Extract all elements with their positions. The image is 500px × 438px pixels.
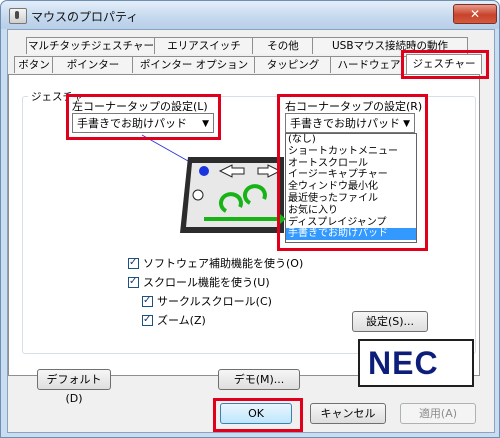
touchpad-illustration — [180, 157, 286, 233]
apply-button[interactable]: 適用(A) — [400, 403, 476, 424]
tab-other[interactable]: その他 — [252, 37, 314, 54]
tab-pointer[interactable]: ポインター — [52, 56, 134, 73]
software-assist-checkbox[interactable]: ソフトウェア補助機能を使う(O) — [128, 256, 304, 271]
default-button[interactable]: デフォルト(D) — [37, 369, 111, 405]
tab-pointer-options[interactable]: ポインター オプション — [132, 56, 256, 73]
list-item[interactable]: 全ウィンドウ最小化 — [286, 181, 416, 193]
zoom-checkbox[interactable]: ズーム(Z) — [142, 313, 206, 328]
tab-area-switch[interactable]: エリアスイッチ — [154, 37, 254, 54]
right-corner-select[interactable]: 手書きでお助けパッド ▼ — [285, 113, 415, 133]
chevron-down-icon: ▼ — [202, 119, 209, 129]
scroll-label: スクロール機能を使う(U) — [143, 276, 270, 289]
tab-multitouch[interactable]: マルチタッチジェスチャー — [26, 37, 156, 54]
tab-tapping[interactable]: タッピング — [254, 56, 332, 73]
tab-hardware[interactable]: ハードウェア — [330, 56, 408, 73]
tab-row-1: マルチタッチジェスチャー エリアスイッチ その他 USBマウス接続時の動作 — [26, 37, 486, 54]
list-item[interactable]: イージーキャプチャー — [286, 169, 416, 181]
nec-logo: NEC — [358, 339, 474, 387]
scroll-checkbox[interactable]: スクロール機能を使う(U) — [128, 275, 270, 290]
left-corner-label: 左コーナータップの設定(L) — [72, 100, 208, 113]
right-corner-dropdown-list[interactable]: (なし) ショートカットメニュー オートスクロール イージーキャプチャー 全ウィ… — [285, 133, 417, 243]
ok-button[interactable]: OK — [220, 403, 292, 424]
tab-usb-mouse[interactable]: USBマウス接続時の動作 — [312, 37, 468, 54]
tab-gesture[interactable]: ジェスチャー — [406, 54, 482, 74]
list-item[interactable]: 最近使ったファイル — [286, 193, 416, 205]
checkbox-checked-icon[interactable] — [142, 294, 153, 308]
left-corner-value: 手書きでお助けパッド — [77, 117, 187, 130]
right-corner-label: 右コーナータップの設定(R) — [285, 100, 423, 113]
close-button[interactable]: ✕ — [453, 4, 497, 24]
right-corner-value: 手書きでお助けパッド — [290, 117, 400, 130]
list-item[interactable]: ショートカットメニュー — [286, 146, 416, 158]
checkbox-checked-icon[interactable] — [128, 275, 139, 289]
checkbox-checked-icon[interactable] — [142, 313, 153, 327]
tab-row-2: ボタン ポインター ポインター オプション タッピング ハードウェア ジェスチャ… — [14, 54, 484, 74]
window-title: マウスのプロパティ — [31, 10, 139, 24]
cancel-button[interactable]: キャンセル — [310, 403, 386, 424]
list-item[interactable]: ディスプレイジャンプ — [286, 217, 416, 229]
list-item[interactable]: お気に入り — [286, 205, 416, 217]
chevron-down-icon: ▼ — [403, 119, 410, 129]
list-item[interactable]: オートスクロール — [286, 158, 416, 170]
nec-logo-text: NEC — [368, 345, 439, 381]
tab-buttons[interactable]: ボタン — [14, 56, 54, 73]
mouse-icon — [9, 8, 27, 24]
list-item[interactable]: (なし) — [286, 134, 416, 146]
circle-scroll-checkbox[interactable]: サークルスクロール(C) — [142, 294, 272, 309]
software-assist-label: ソフトウェア補助機能を使う(O) — [143, 257, 304, 270]
circle-scroll-label: サークルスクロール(C) — [157, 295, 272, 308]
list-item-selected[interactable]: 手書きでお助けパッド — [286, 228, 416, 241]
settings-button[interactable]: 設定(S)... — [352, 311, 428, 332]
zoom-label: ズーム(Z) — [157, 314, 206, 327]
checkbox-checked-icon[interactable] — [128, 256, 139, 270]
title-bar[interactable]: マウスのプロパティ ✕ — [1, 1, 499, 29]
demo-button[interactable]: デモ(M)... — [218, 369, 300, 390]
left-corner-select[interactable]: 手書きでお助けパッド ▼ — [72, 113, 214, 133]
